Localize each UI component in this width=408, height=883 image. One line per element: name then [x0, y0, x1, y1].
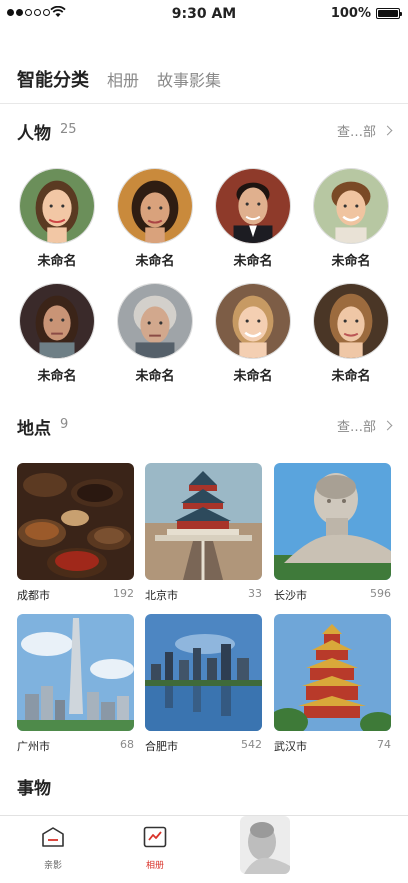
place-name: 合肥市 [145, 740, 178, 753]
chevron-right-icon [382, 420, 393, 431]
home-icon [42, 827, 64, 847]
tabs-divider [0, 103, 408, 104]
person-name: 未命名 [233, 254, 273, 269]
tab-story-albums[interactable]: 故事影集 [157, 67, 221, 91]
bottom-nav: 亲影 相册 [0, 815, 408, 883]
places-count: 9 [60, 417, 69, 432]
person-card[interactable]: 未命名 [17, 283, 97, 384]
temple-of-heaven-photo-icon [145, 463, 262, 580]
place-meta: 武汉市 74 [274, 738, 391, 754]
place-card[interactable]: 武汉市 74 [274, 614, 391, 754]
statue-photo-icon [274, 463, 391, 580]
album-icon [143, 826, 167, 848]
place-card[interactable]: 广州市 68 [17, 614, 134, 754]
see-all-label: 查…部 [336, 420, 376, 435]
nav-item-home[interactable]: 亲影 [23, 826, 83, 871]
spices-photo-icon [17, 463, 134, 580]
person-card[interactable]: 未命名 [213, 283, 293, 384]
see-all-label: 查…部 [336, 125, 376, 140]
place-name: 武汉市 [274, 740, 307, 753]
place-name: 北京市 [145, 589, 178, 602]
person-card[interactable]: 未命名 [115, 168, 195, 269]
places-section-title: 地点 [17, 419, 51, 439]
people-count: 25 [60, 122, 77, 137]
person-name: 未命名 [37, 369, 77, 384]
place-count: 33 [248, 587, 262, 600]
places-see-all-link[interactable]: 查…部 [336, 416, 393, 435]
portrait-elderly-woman-icon [117, 283, 193, 359]
people-section-title: 人物 [17, 124, 51, 144]
chevron-right-icon [382, 125, 393, 136]
nav-label-album: 相册 [145, 861, 164, 871]
place-meta: 北京市 33 [145, 587, 262, 603]
person-name: 未命名 [233, 369, 273, 384]
tab-albums[interactable]: 相册 [107, 67, 139, 91]
place-meta: 合肥市 542 [145, 738, 262, 754]
person-card[interactable]: 未命名 [115, 283, 195, 384]
place-card[interactable]: 长沙市 596 [274, 463, 391, 603]
person-card[interactable]: 未命名 [311, 283, 391, 384]
place-meta: 成都市 192 [17, 587, 134, 603]
place-name: 长沙市 [274, 589, 307, 602]
status-bar: 9:30 AM 100% [0, 0, 408, 28]
portrait-woman-icon [19, 283, 95, 359]
place-card[interactable]: 合肥市 542 [145, 614, 262, 754]
portrait-woman-icon [117, 168, 193, 244]
person-card[interactable]: 未命名 [17, 168, 97, 269]
battery-icon [376, 8, 402, 19]
battery-percent: 100% [330, 6, 371, 21]
nav-label-home: 亲影 [43, 861, 62, 871]
places-section-header: 地点 9 查…部 [17, 414, 393, 439]
statue-thumbnail-icon [240, 816, 290, 874]
city-skyline-photo-icon [145, 614, 262, 731]
people-see-all-link[interactable]: 查…部 [336, 121, 393, 140]
place-name: 广州市 [17, 740, 50, 753]
person-name: 未命名 [135, 254, 175, 269]
portrait-girl-icon [215, 283, 291, 359]
place-count: 74 [377, 738, 391, 751]
yellow-crane-tower-photo-icon [274, 614, 391, 731]
people-section-header: 人物 25 查…部 [17, 119, 393, 144]
place-meta: 广州市 68 [17, 738, 134, 754]
nav-item-album[interactable]: 相册 [125, 826, 185, 871]
things-section-title: 事物 [17, 779, 51, 799]
floating-statue-button[interactable] [240, 816, 290, 874]
canton-tower-photo-icon [17, 614, 134, 731]
place-count: 192 [113, 587, 134, 600]
portrait-man-icon [215, 168, 291, 244]
things-section-header: 事物 [17, 774, 391, 799]
person-card[interactable]: 未命名 [311, 168, 391, 269]
place-count: 542 [241, 738, 262, 751]
place-card[interactable]: 成都市 192 [17, 463, 134, 603]
person-name: 未命名 [37, 254, 77, 269]
person-name: 未命名 [135, 369, 175, 384]
place-meta: 长沙市 596 [274, 587, 391, 603]
portrait-girl-icon [313, 283, 389, 359]
place-name: 成都市 [17, 589, 50, 602]
top-tabs: 智能分类 相册 故事影集 [17, 66, 221, 92]
person-name: 未命名 [331, 254, 371, 269]
person-card[interactable]: 未命名 [213, 168, 293, 269]
place-count: 596 [370, 587, 391, 600]
portrait-woman-icon [19, 168, 95, 244]
person-name: 未命名 [331, 369, 371, 384]
place-count: 68 [120, 738, 134, 751]
portrait-boy-icon [313, 168, 389, 244]
tab-smart-categories[interactable]: 智能分类 [17, 66, 89, 92]
place-card[interactable]: 北京市 33 [145, 463, 262, 603]
